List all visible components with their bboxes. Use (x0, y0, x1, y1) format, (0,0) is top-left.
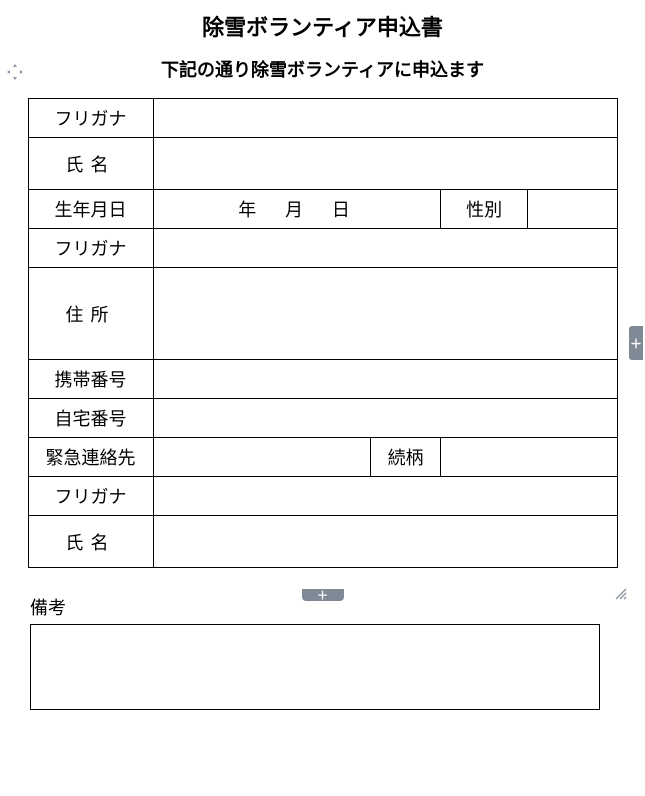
application-form-table: フリガナ 氏名 生年月日 年 月 日 性別 フリガナ 住所 携帯番号 自宅番号 … (28, 98, 618, 568)
name-2-field[interactable] (153, 516, 617, 568)
table-row: 氏名 (28, 516, 617, 568)
mobile-field[interactable] (153, 360, 617, 399)
table-row: フリガナ (28, 229, 617, 268)
furigana-3-label: フリガナ (28, 477, 153, 516)
gender-label: 性別 (440, 190, 527, 229)
table-resize-handle-icon[interactable] (613, 586, 627, 600)
add-column-handle[interactable]: ＋ (629, 326, 643, 360)
table-row: 緊急連絡先 続柄 (28, 438, 617, 477)
plus-icon: ＋ (630, 335, 642, 352)
relationship-label: 続柄 (371, 438, 441, 477)
furigana-1-label: フリガナ (28, 99, 153, 138)
table-row: 生年月日 年 月 日 性別 (28, 190, 617, 229)
page-subtitle: 下記の通り除雪ボランティアに申込ます (0, 56, 645, 82)
furigana-2-label: フリガナ (28, 229, 153, 268)
address-field[interactable] (153, 268, 617, 360)
table-row: フリガナ (28, 477, 617, 516)
furigana-1-field[interactable] (153, 99, 617, 138)
mobile-label: 携帯番号 (28, 360, 153, 399)
page-title: 除雪ボランティア申込書 (0, 0, 645, 42)
gender-field[interactable] (528, 190, 617, 229)
name-1-label: 氏名 (28, 138, 153, 190)
table-row: 携帯番号 (28, 360, 617, 399)
table-row: 自宅番号 (28, 399, 617, 438)
table-move-handle-icon[interactable] (6, 63, 24, 81)
table-row: フリガナ (28, 99, 617, 138)
furigana-2-field[interactable] (153, 229, 617, 268)
add-row-handle[interactable]: ＋ (302, 589, 344, 601)
relationship-field[interactable] (440, 438, 617, 477)
plus-icon: ＋ (317, 587, 328, 603)
furigana-3-field[interactable] (153, 477, 617, 516)
emergency-field[interactable] (153, 438, 371, 477)
home-phone-field[interactable] (153, 399, 617, 438)
remarks-field[interactable] (30, 624, 600, 710)
emergency-label: 緊急連絡先 (28, 438, 153, 477)
home-phone-label: 自宅番号 (28, 399, 153, 438)
address-label: 住所 (28, 268, 153, 360)
birthdate-field[interactable]: 年 月 日 (153, 190, 440, 229)
birthdate-label: 生年月日 (28, 190, 153, 229)
table-row: 住所 (28, 268, 617, 360)
name-2-label: 氏名 (28, 516, 153, 568)
table-row: 氏名 (28, 138, 617, 190)
name-1-field[interactable] (153, 138, 617, 190)
